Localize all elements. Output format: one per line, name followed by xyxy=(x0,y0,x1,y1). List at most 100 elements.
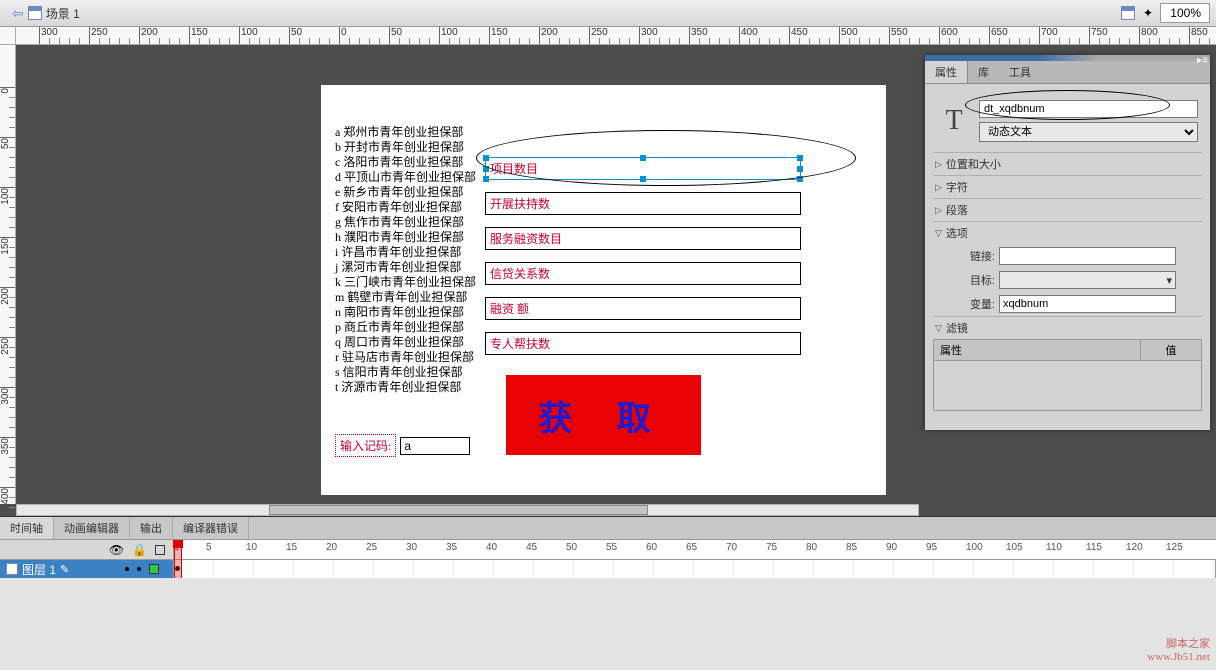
selection-handle[interactable] xyxy=(483,176,489,182)
dynamic-text-field-4[interactable]: 融资 额 xyxy=(485,297,801,320)
frame-number: 35 xyxy=(446,542,457,553)
scene-label: 场景 1 xyxy=(46,5,80,22)
city-item: g 焦作市青年创业担保部 xyxy=(335,215,476,230)
frames-track[interactable] xyxy=(174,560,1216,578)
tab-motion-editor[interactable]: 动画编辑器 xyxy=(54,517,130,539)
eye-icon[interactable]: 👁 xyxy=(109,543,124,557)
frame-number: 65 xyxy=(686,542,697,553)
layer-row-1[interactable]: 图层 1 ✎ xyxy=(0,560,1216,578)
frame-number: 70 xyxy=(726,542,737,553)
field-label: 信贷关系数 xyxy=(486,263,800,284)
city-item: b 开封市青年创业担保部 xyxy=(335,140,476,155)
tab-properties[interactable]: 属性 xyxy=(925,61,968,83)
selection-handle[interactable] xyxy=(797,155,803,161)
scrollbar-thumb[interactable] xyxy=(269,505,647,515)
city-item: t 济源市青年创业担保部 xyxy=(335,380,476,395)
top-toolbar: ⇦ 场景 1 ✦ 100% xyxy=(0,0,1216,27)
city-item: j 漯河市青年创业担保部 xyxy=(335,260,476,275)
city-item: h 濮阳市青年创业担保部 xyxy=(335,230,476,245)
outline-color-chip[interactable] xyxy=(149,564,159,574)
frame-number: 40 xyxy=(486,542,497,553)
link-row: 链接: xyxy=(933,244,1202,268)
panel-menu-icon[interactable]: ▸≡ xyxy=(1197,55,1208,66)
city-item: i 许昌市青年创业担保部 xyxy=(335,245,476,260)
timeline-empty-area[interactable] xyxy=(0,578,1216,670)
frame-number: 75 xyxy=(766,542,777,553)
outline-icon[interactable] xyxy=(155,545,165,555)
section-position-size[interactable]: ▷位置和大小 xyxy=(933,152,1202,175)
frame-number: 55 xyxy=(606,542,617,553)
selection-handle[interactable] xyxy=(797,166,803,172)
tab-compiler-errors[interactable]: 编译器错误 xyxy=(173,517,249,539)
field-label: 专人帮扶数 xyxy=(486,333,800,354)
city-item: q 周口市青年创业担保部 xyxy=(335,335,476,350)
playhead[interactable] xyxy=(174,540,182,578)
edit-symbols-icon[interactable]: ✦ xyxy=(1140,5,1156,21)
zoom-input[interactable]: 100% xyxy=(1160,3,1210,23)
frame-number: 85 xyxy=(846,542,857,553)
canvas[interactable]: a 郑州市青年创业担保部b 开封市青年创业担保部c 洛阳市青年创业担保部d 平顶… xyxy=(321,85,886,495)
back-arrow-icon: ⇦ xyxy=(12,5,24,22)
city-item: e 新乡市青年创业担保部 xyxy=(335,185,476,200)
selection-handle[interactable] xyxy=(483,155,489,161)
stage-area[interactable]: a 郑州市青年创业担保部b 开封市青年创业担保部c 洛阳市青年创业担保部d 平顶… xyxy=(16,45,919,504)
text-tool-icon: T xyxy=(937,105,971,137)
visible-dot[interactable] xyxy=(125,567,129,571)
filter-list[interactable] xyxy=(933,361,1202,411)
section-character[interactable]: ▷字符 xyxy=(933,175,1202,198)
vertical-ruler: 050100150200250300350400 xyxy=(0,45,16,504)
frame-number: 25 xyxy=(366,542,377,553)
chevron-down-icon: ▽ xyxy=(935,323,942,334)
panel-tabs: 属性 库 工具 xyxy=(925,61,1210,84)
instance-name-input[interactable] xyxy=(979,100,1198,118)
text-type-select[interactable]: 动态文本 xyxy=(979,122,1198,142)
field-label: 融资 额 xyxy=(486,298,800,319)
variable-row: 变量: xyxy=(933,292,1202,316)
dynamic-text-field-1[interactable]: 开展扶持数 xyxy=(485,192,801,215)
code-input-field[interactable]: a xyxy=(400,437,470,455)
edit-scene-icon[interactable] xyxy=(1120,5,1136,21)
selection-handle[interactable] xyxy=(640,155,646,161)
scene-breadcrumb[interactable]: ⇦ 场景 1 xyxy=(6,3,86,24)
section-options[interactable]: ▽选项 xyxy=(933,221,1202,244)
dynamic-text-field-3[interactable]: 信贷关系数 xyxy=(485,262,801,285)
city-item: k 三门峡市青年创业担保部 xyxy=(335,275,476,290)
selection-handle[interactable] xyxy=(483,166,489,172)
toolbar-right: ✦ 100% xyxy=(1120,3,1210,23)
link-input[interactable] xyxy=(999,247,1176,265)
lock-icon[interactable]: 🔒 xyxy=(132,543,147,557)
frame-number: 30 xyxy=(406,542,417,553)
section-paragraph[interactable]: ▷段落 xyxy=(933,198,1202,221)
city-item: f 安阳市青年创业担保部 xyxy=(335,200,476,215)
target-select[interactable]: ▾ xyxy=(999,271,1176,289)
dynamic-text-field-5[interactable]: 专人帮扶数 xyxy=(485,332,801,355)
dynamic-text-field-2[interactable]: 服务融资数目 xyxy=(485,227,801,250)
chevron-down-icon: ▾ xyxy=(1166,274,1172,287)
scrollbar-track[interactable] xyxy=(16,504,919,516)
layer-header: 👁 🔒 xyxy=(0,540,174,559)
code-input-row: 输入记码: a xyxy=(335,434,470,457)
frame-number: 115 xyxy=(1086,542,1102,553)
tab-output[interactable]: 输出 xyxy=(130,517,173,539)
selection-handle[interactable] xyxy=(797,176,803,182)
horizontal-ruler: 3002502001501005005010015020025030035040… xyxy=(16,27,1216,45)
tab-tools[interactable]: 工具 xyxy=(999,61,1041,83)
filter-col-value: 值 xyxy=(1141,340,1201,360)
lock-dot[interactable] xyxy=(137,567,141,571)
selection-handle[interactable] xyxy=(640,176,646,182)
city-item: s 信阳市青年创业担保部 xyxy=(335,365,476,380)
panel-titlebar[interactable]: ▸≡ xyxy=(925,55,1210,61)
ruler-corner xyxy=(0,27,16,45)
bottom-tabs: 时间轴 动画编辑器 输出 编译器错误 xyxy=(0,517,1216,540)
dynamic-text-field-0[interactable]: 项目数目 xyxy=(485,157,801,180)
variable-input[interactable] xyxy=(999,295,1176,313)
get-button[interactable]: 获 取 xyxy=(506,375,701,455)
field-label: 服务融资数目 xyxy=(486,228,800,249)
filter-header: 属性 值 xyxy=(933,339,1202,361)
tab-timeline[interactable]: 时间轴 xyxy=(0,517,54,539)
frame-number: 5 xyxy=(206,542,212,553)
stage-hscrollbar[interactable] xyxy=(16,504,919,516)
frame-number: 80 xyxy=(806,542,817,553)
section-filters[interactable]: ▽滤镜 xyxy=(933,316,1202,339)
tab-library[interactable]: 库 xyxy=(968,61,999,83)
